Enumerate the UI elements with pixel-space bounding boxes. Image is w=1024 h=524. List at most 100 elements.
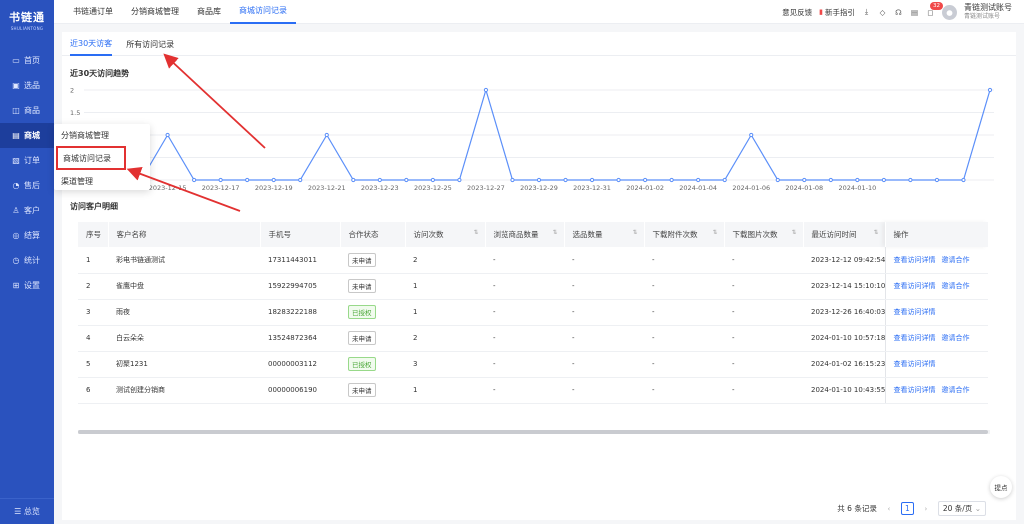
download-icon[interactable]: ⤓ (862, 7, 871, 17)
data-point[interactable] (298, 177, 303, 183)
view-detail-link[interactable]: 查看访问详情 (894, 386, 936, 394)
sort-icon[interactable]: ⇅ (632, 229, 637, 236)
submenu-item[interactable]: 分销商城管理 (54, 124, 150, 146)
data-point[interactable] (961, 177, 966, 183)
data-point[interactable] (563, 177, 568, 183)
next-page-button[interactable]: › (920, 503, 932, 515)
overview-button[interactable]: ☰ 总览 (0, 498, 54, 524)
column-header[interactable]: 下载附件次数 ⇅ (644, 222, 725, 247)
sidebar-item-monitor[interactable]: ▭ 首页 (0, 48, 54, 73)
view-detail-link[interactable]: 查看访问详情 (894, 360, 936, 368)
top-tab[interactable]: 商城访问记录 (230, 0, 296, 24)
column-header[interactable]: 浏览商品数量 ⇅ (485, 222, 565, 247)
current-page[interactable]: 1 (900, 502, 914, 515)
help-fab[interactable]: 提点 (990, 476, 1012, 498)
column-header[interactable]: 选品数量 ⇅ (564, 222, 645, 247)
document-icon[interactable]: ▤ (910, 8, 919, 17)
order-icon: ▧ (12, 156, 20, 165)
column-header[interactable]: 最近访问时间 ⇅ (803, 222, 886, 247)
sort-icon[interactable]: ⇅ (791, 229, 796, 236)
data-point[interactable] (908, 177, 913, 183)
scrollbar-thumb[interactable] (78, 430, 988, 434)
headset-icon[interactable]: ☊ (894, 8, 903, 17)
data-point[interactable] (165, 132, 170, 138)
sidebar-item-settings[interactable]: ⊞ 设置 (0, 273, 54, 298)
box-icon: ▣ (12, 81, 20, 90)
top-tab[interactable]: 分销商城管理 (122, 0, 188, 24)
data-point[interactable] (377, 177, 382, 183)
sidebar-item-customer[interactable]: ♙ 客户 (0, 198, 54, 223)
cell-text: - (652, 386, 655, 394)
column-header[interactable]: 下载图片次数 ⇅ (724, 222, 804, 247)
invite-link[interactable]: 邀请合作 (942, 334, 970, 342)
data-point[interactable] (696, 177, 701, 183)
data-point[interactable] (271, 177, 276, 183)
data-point[interactable] (881, 177, 886, 183)
data-point[interactable] (643, 177, 648, 183)
data-point[interactable] (616, 177, 621, 183)
view-detail-link[interactable]: 查看访问详情 (894, 282, 936, 290)
data-point[interactable] (589, 177, 595, 183)
view-detail-link[interactable]: 查看访问详情 (894, 308, 936, 316)
data-point[interactable] (536, 177, 542, 183)
cell-idx: 4 (78, 325, 108, 352)
guide-link[interactable]: ▮ 新手指引 (819, 7, 855, 18)
data-point[interactable] (430, 177, 435, 183)
cell-dl_att: - (644, 247, 724, 274)
sidebar-item-order[interactable]: ▧ 订单 (0, 148, 54, 173)
sidebar-item-store[interactable]: ▤ 商城 (0, 123, 54, 148)
data-point[interactable] (245, 177, 250, 183)
sort-icon[interactable]: ⇅ (552, 229, 557, 236)
feedback-link[interactable]: 意见反馈 (782, 7, 812, 18)
notification-icon[interactable]: ◻ 32 (926, 1, 943, 17)
data-point[interactable] (192, 177, 197, 183)
prev-page-button[interactable]: ‹ (883, 503, 895, 515)
brand-logo[interactable]: 书链通 SHULIANTONG (0, 0, 54, 40)
data-point[interactable] (722, 177, 727, 183)
data-point[interactable] (775, 177, 780, 183)
avatar[interactable]: ● (942, 4, 957, 20)
table-scrollbar[interactable] (78, 430, 990, 434)
bag-icon: ◫ (12, 106, 20, 115)
user-box[interactable]: 青链测试账号 青链测试账号 (964, 3, 1012, 21)
sidebar-item-stats[interactable]: ◷ 统计 (0, 248, 54, 273)
data-point[interactable] (934, 177, 940, 183)
data-point[interactable] (324, 132, 329, 138)
data-point[interactable] (802, 177, 807, 183)
sidebar-item-aftersale[interactable]: ◔ 售后 (0, 173, 54, 198)
sort-icon[interactable]: ⇅ (473, 229, 478, 236)
top-tab[interactable]: 商品库 (188, 0, 230, 24)
sidebar-item-settle[interactable]: ◎ 结算 (0, 223, 54, 248)
data-point[interactable] (510, 177, 515, 183)
submenu-item[interactable]: 渠道管理 (54, 170, 150, 192)
diamond-icon[interactable]: ◇ (878, 8, 887, 17)
cell-text: 5 (86, 360, 91, 368)
data-point[interactable] (351, 177, 356, 183)
sidebar-item-box[interactable]: ▣ 选品 (0, 73, 54, 98)
view-detail-link[interactable]: 查看访问详情 (894, 334, 936, 342)
invite-link[interactable]: 邀请合作 (942, 386, 970, 394)
sidebar-item-bag[interactable]: ◫ 商品 (0, 98, 54, 123)
sort-icon[interactable]: ⇅ (873, 229, 878, 236)
data-point[interactable] (987, 87, 993, 93)
invite-link[interactable]: 邀请合作 (942, 256, 970, 264)
data-point[interactable] (749, 132, 754, 138)
data-point[interactable] (483, 87, 489, 93)
cell-idx: 2 (78, 273, 108, 300)
data-point[interactable] (404, 177, 409, 183)
page-size-select[interactable]: 20 条/页 ⌄ (937, 501, 986, 516)
cell-visits: 2 (405, 247, 485, 274)
view-detail-link[interactable]: 查看访问详情 (894, 256, 936, 264)
sort-icon[interactable]: ⇅ (712, 229, 717, 236)
data-point[interactable] (855, 177, 860, 183)
page-size-label: 20 条/页 (942, 504, 973, 513)
submenu-item[interactable]: 商城访问记录 (56, 146, 126, 170)
data-point[interactable] (828, 177, 833, 183)
top-tab[interactable]: 书链通订单 (64, 0, 122, 24)
data-point[interactable] (457, 177, 462, 183)
cell-visits: 1 (405, 273, 485, 300)
column-header[interactable]: 访问次数 ⇅ (405, 222, 486, 247)
invite-link[interactable]: 邀请合作 (942, 282, 970, 290)
data-point[interactable] (669, 177, 674, 183)
data-point[interactable] (218, 177, 223, 183)
